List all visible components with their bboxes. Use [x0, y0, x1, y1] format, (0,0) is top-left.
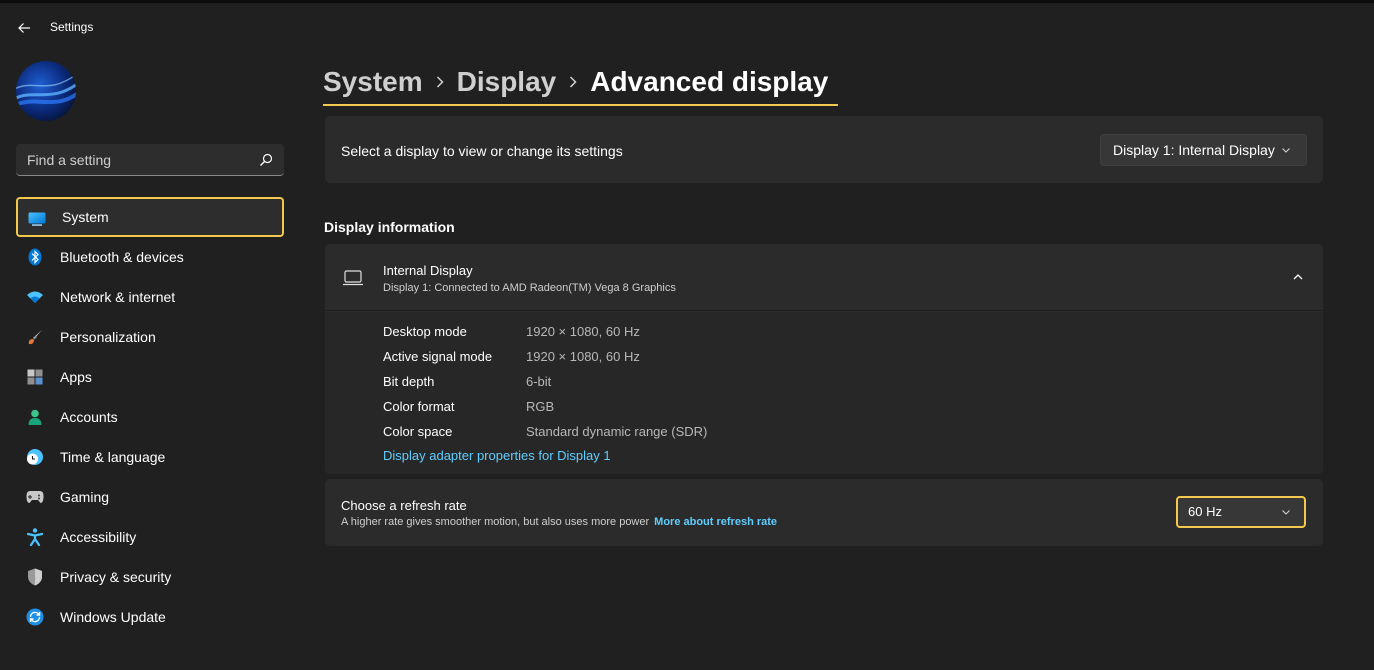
- sidebar-item-time-language[interactable]: Time & language: [16, 437, 284, 477]
- title-bar: Settings: [0, 3, 1374, 49]
- info-row-color-format: Color format RGB: [383, 399, 1183, 419]
- info-key: Color space: [383, 424, 453, 439]
- sidebar-item-bluetooth[interactable]: Bluetooth & devices: [16, 237, 284, 277]
- display-info-header[interactable]: Internal Display Display 1: Connected to…: [325, 244, 1323, 311]
- info-row-color-space: Color space Standard dynamic range (SDR): [383, 424, 1183, 444]
- sidebar-item-windows-update[interactable]: Windows Update: [16, 597, 284, 637]
- sidebar-item-accessibility[interactable]: Accessibility: [16, 517, 284, 557]
- bluetooth-icon: [26, 248, 44, 266]
- laptop-icon: [343, 270, 363, 286]
- chevron-down-icon: [1282, 510, 1290, 515]
- info-value: Standard dynamic range (SDR): [526, 424, 708, 439]
- sidebar-item-label: Gaming: [60, 489, 110, 505]
- sidebar-item-system[interactable]: System: [16, 197, 284, 237]
- breadcrumb-display[interactable]: Display: [457, 66, 557, 98]
- page-title: Advanced display: [590, 66, 829, 97]
- sidebar-item-label: System: [62, 209, 109, 225]
- chevron-right-icon: [556, 67, 590, 97]
- refresh-rate-value: 60 Hz: [1188, 504, 1222, 519]
- display-select-card: Select a display to view or change its s…: [325, 116, 1323, 183]
- info-value: 1920 × 1080, 60 Hz: [526, 349, 640, 364]
- display-info-body: Desktop mode 1920 × 1080, 60 Hz Active s…: [325, 312, 1323, 474]
- section-title: Display information: [324, 219, 455, 235]
- refresh-rate-card: Choose a refresh rate A higher rate give…: [325, 479, 1323, 546]
- sidebar-item-label: Accessibility: [60, 529, 137, 545]
- display-dropdown-value: Display 1: Internal Display: [1113, 142, 1275, 158]
- apps-icon: [26, 368, 44, 386]
- search-icon[interactable]: [259, 153, 273, 167]
- info-row-bit-depth: Bit depth 6-bit: [383, 374, 1183, 394]
- app-title: Settings: [50, 20, 94, 34]
- update-icon: [26, 608, 44, 626]
- display-connection-info: Display 1: Connected to AMD Radeon(TM) V…: [383, 282, 676, 294]
- sidebar-item-label: Network & internet: [60, 289, 176, 305]
- info-key: Bit depth: [383, 374, 435, 389]
- clock-globe-icon: [26, 448, 44, 466]
- avatar-image: [16, 61, 76, 121]
- refresh-rate-dropdown[interactable]: 60 Hz: [1176, 496, 1306, 528]
- chevron-up-icon: [1293, 274, 1303, 280]
- sidebar-item-network[interactable]: Network & internet: [16, 277, 284, 317]
- back-arrow-icon: [18, 23, 30, 33]
- sidebar-item-label: Time & language: [60, 449, 166, 465]
- display-info-card: Internal Display Display 1: Connected to…: [325, 244, 1323, 474]
- sidebar-item-label: Windows Update: [60, 609, 166, 625]
- refresh-rate-title: Choose a refresh rate: [341, 498, 467, 513]
- chevron-down-icon: [1282, 148, 1290, 153]
- search-box: [16, 144, 284, 176]
- sidebar-item-gaming[interactable]: Gaming: [16, 477, 284, 517]
- info-row-active-signal-mode: Active signal mode 1920 × 1080, 60 Hz: [383, 349, 1183, 369]
- sidebar-item-privacy-security[interactable]: Privacy & security: [16, 557, 284, 597]
- avatar[interactable]: [16, 61, 76, 121]
- sidebar-item-accounts[interactable]: Accounts: [16, 397, 284, 437]
- info-key: Color format: [383, 399, 455, 414]
- breadcrumb: System Display Advanced display: [323, 60, 839, 106]
- sidebar-item-label: Privacy & security: [60, 569, 172, 585]
- shield-icon: [26, 568, 44, 586]
- chevron-right-icon: [423, 67, 457, 97]
- info-value: RGB: [526, 399, 555, 414]
- refresh-rate-description-line: A higher rate gives smoother motion, but…: [341, 516, 777, 528]
- more-about-refresh-rate-link[interactable]: More about refresh rate: [654, 516, 777, 528]
- info-key: Desktop mode: [383, 324, 467, 339]
- info-row-desktop-mode: Desktop mode 1920 × 1080, 60 Hz: [383, 324, 1183, 344]
- info-value: 6-bit: [526, 374, 552, 389]
- sidebar-item-label: Personalization: [60, 329, 156, 345]
- monitor-icon: [28, 210, 46, 228]
- accessibility-icon: [26, 528, 44, 546]
- sidebar-item-label: Apps: [60, 369, 92, 385]
- info-key: Active signal mode: [383, 349, 493, 364]
- display-dropdown[interactable]: Display 1: Internal Display: [1100, 134, 1307, 166]
- breadcrumb-system[interactable]: System: [323, 66, 423, 98]
- refresh-rate-description: A higher rate gives smoother motion, but…: [341, 516, 650, 528]
- display-select-label: Select a display to view or change its s…: [341, 143, 623, 159]
- info-value: 1920 × 1080, 60 Hz: [526, 324, 640, 339]
- sidebar-item-label: Accounts: [60, 409, 118, 425]
- sidebar-item-apps[interactable]: Apps: [16, 357, 284, 397]
- search-input[interactable]: [16, 144, 252, 175]
- person-icon: [26, 408, 44, 426]
- display-adapter-properties-link[interactable]: Display adapter properties for Display 1: [383, 448, 611, 463]
- sidebar-item-label: Bluetooth & devices: [60, 249, 184, 265]
- gamepad-icon: [26, 488, 44, 506]
- back-button[interactable]: [10, 14, 38, 42]
- brush-icon: [26, 328, 44, 346]
- collapse-button[interactable]: [1287, 266, 1309, 288]
- sidebar-item-personalization[interactable]: Personalization: [16, 317, 284, 357]
- sidebar-nav: System Bluetooth & devices Network & int…: [16, 197, 284, 637]
- wifi-icon: [26, 288, 44, 306]
- display-name: Internal Display: [383, 263, 473, 278]
